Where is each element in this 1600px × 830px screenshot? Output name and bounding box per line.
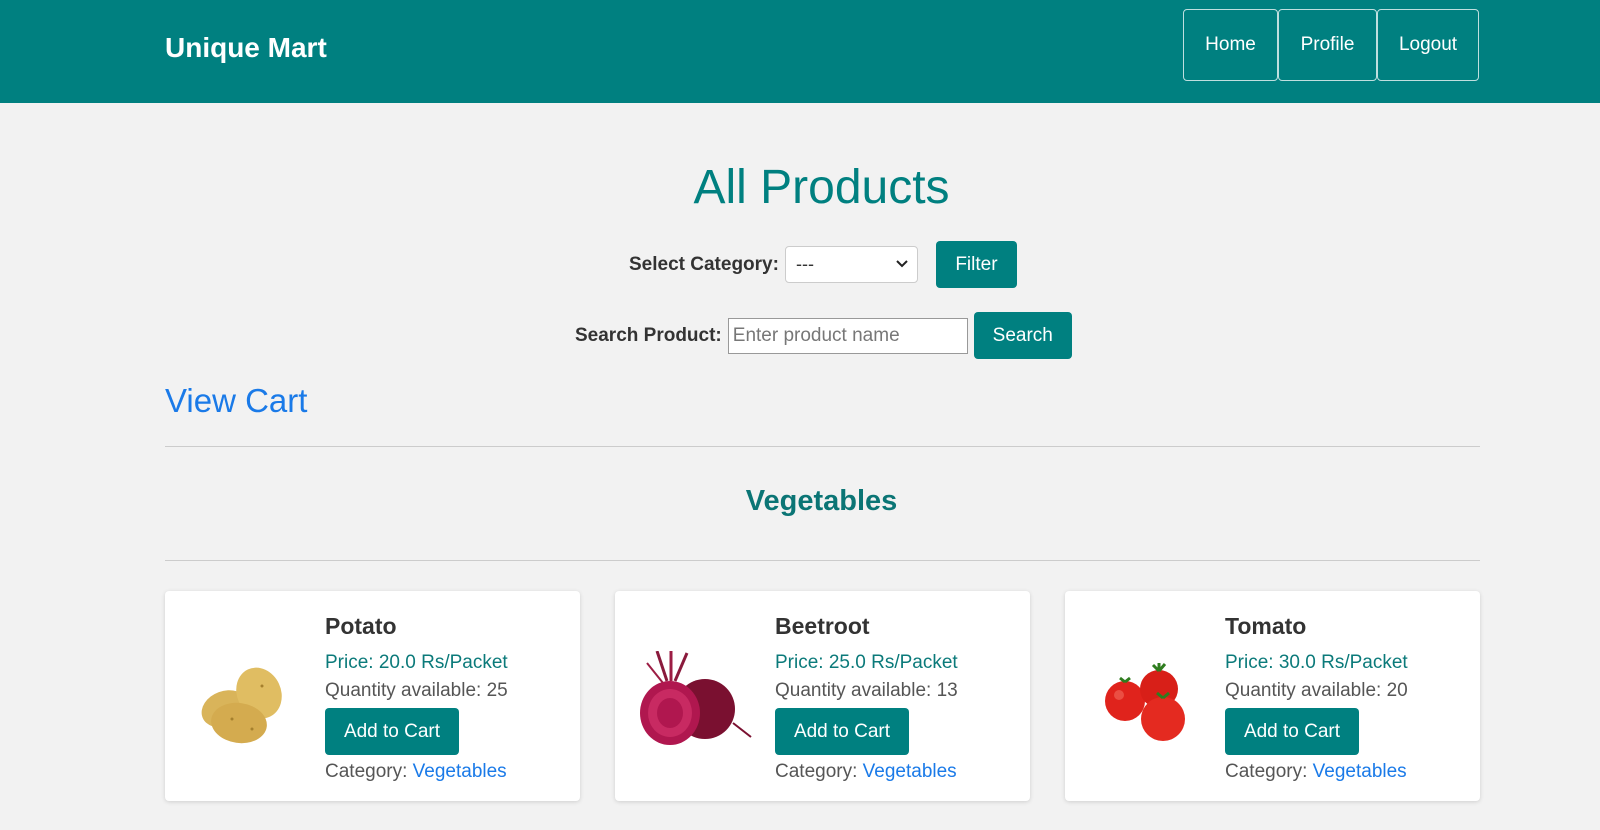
product-price: Price: 30.0 Rs/Packet — [1225, 652, 1408, 673]
section-title: Vegetables — [745, 485, 898, 517]
beetroot-image — [640, 651, 752, 745]
category-selected-value: --- — [795, 254, 814, 274]
nav-logout-button[interactable]: Logout — [1377, 9, 1479, 81]
search-input[interactable] — [727, 317, 968, 354]
category-filter-row: Select Category: --- Filter — [629, 241, 1017, 288]
search-row: Search Product: Search — [575, 312, 1072, 359]
nav-profile-button[interactable]: Profile — [1278, 9, 1377, 81]
potato-image — [201, 667, 282, 744]
brand-title[interactable]: Unique Mart — [165, 32, 327, 64]
product-price: Price: 25.0 Rs/Packet — [775, 652, 958, 673]
divider — [165, 446, 1480, 447]
product-category: Category: Vegetables — [325, 761, 507, 782]
navbar: Unique Mart Home Profile Logout — [0, 0, 1600, 103]
category-label: Select Category: — [629, 253, 779, 275]
nav-home-button[interactable]: Home — [1183, 9, 1278, 81]
product-name: Tomato — [1225, 613, 1307, 639]
product-name: Potato — [325, 613, 397, 639]
page-title: All Products — [693, 161, 950, 214]
product-quantity: Quantity available: 20 — [1225, 680, 1408, 701]
product-card-potato: Potato Price: 20.0 Rs/Packet Quantity av… — [165, 591, 580, 801]
product-price: Price: 20.0 Rs/Packet — [325, 652, 508, 673]
search-button[interactable]: Search — [973, 312, 1072, 359]
product-category: Category: Vegetables — [775, 761, 957, 782]
nav-links: Home Profile Logout — [1183, 9, 1479, 81]
add-to-cart-button[interactable]: Add to Cart — [775, 708, 909, 755]
product-card-tomato: Tomato Price: 30.0 Rs/Packet Quantity av… — [1065, 591, 1480, 801]
tomato-image — [1105, 663, 1185, 741]
category-link[interactable]: Vegetables — [863, 761, 957, 782]
view-cart-link[interactable]: View Cart — [165, 382, 307, 420]
category-link[interactable]: Vegetables — [1313, 761, 1407, 782]
filter-button[interactable]: Filter — [935, 241, 1017, 288]
search-label: Search Product: — [575, 324, 722, 346]
product-name: Beetroot — [775, 613, 870, 639]
chevron-down-icon — [896, 260, 908, 268]
product-category: Category: Vegetables — [1225, 761, 1407, 782]
category-select[interactable]: --- — [784, 246, 918, 283]
category-link[interactable]: Vegetables — [413, 761, 507, 782]
product-quantity: Quantity available: 25 — [325, 680, 508, 701]
product-quantity: Quantity available: 13 — [775, 680, 958, 701]
add-to-cart-button[interactable]: Add to Cart — [325, 708, 459, 755]
add-to-cart-button[interactable]: Add to Cart — [1225, 708, 1359, 755]
divider — [165, 560, 1480, 561]
product-card-beetroot: Beetroot Price: 25.0 Rs/Packet Quantity … — [615, 591, 1030, 801]
